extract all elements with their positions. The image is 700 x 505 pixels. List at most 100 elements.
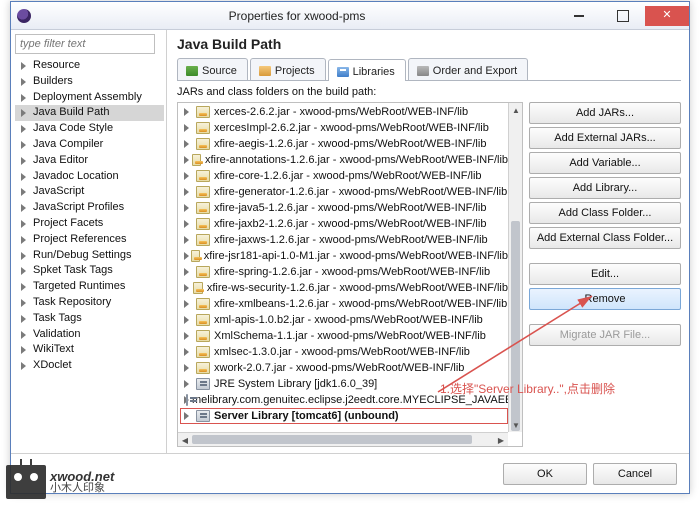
expand-icon[interactable]: [182, 251, 187, 261]
list-row-label: xfire-xmlbeans-1.2.6.jar - xwood-pms/Web…: [214, 298, 507, 310]
expand-icon[interactable]: [182, 139, 192, 149]
tab-order-and-export[interactable]: Order and Export: [408, 58, 528, 80]
list-row[interactable]: xfire-core-1.2.6.jar - xwood-pms/WebRoot…: [180, 168, 508, 184]
cancel-button[interactable]: Cancel: [593, 463, 677, 485]
tree-item[interactable]: Task Repository: [15, 295, 164, 311]
list-row[interactable]: xfire-annotations-1.2.6.jar - xwood-pms/…: [180, 152, 508, 168]
list-row[interactable]: xmlsec-1.3.0.jar - xwood-pms/WebRoot/WEB…: [180, 344, 508, 360]
list-row[interactable]: XmlSchema-1.1.jar - xwood-pms/WebRoot/WE…: [180, 328, 508, 344]
tree-item[interactable]: Run/Debug Settings: [15, 248, 164, 264]
scroll-down-icon[interactable]: ▼: [509, 418, 523, 432]
close-button[interactable]: [645, 6, 689, 26]
expand-icon[interactable]: [182, 283, 189, 293]
expand-icon[interactable]: [182, 315, 192, 325]
vertical-scrollbar[interactable]: ▲ ▼: [508, 103, 522, 432]
list-row-label: xerces-2.6.2.jar - xwood-pms/WebRoot/WEB…: [214, 106, 468, 118]
expand-icon[interactable]: [182, 107, 192, 117]
tree-item[interactable]: Java Compiler: [15, 137, 164, 153]
tree-item[interactable]: Java Code Style: [15, 121, 164, 137]
tree-item[interactable]: Java Editor: [15, 153, 164, 169]
filter-input[interactable]: [15, 34, 155, 54]
list-row[interactable]: xfire-xmlbeans-1.2.6.jar - xwood-pms/Web…: [180, 296, 508, 312]
tree-item[interactable]: Builders: [15, 74, 164, 90]
add-class-folder-button[interactable]: Add Class Folder...: [529, 202, 681, 224]
tab-libraries[interactable]: Libraries: [328, 59, 406, 81]
expand-icon[interactable]: [182, 347, 192, 357]
category-tree[interactable]: ResourceBuildersDeployment AssemblyJava …: [13, 58, 164, 374]
tree-item[interactable]: Javadoc Location: [15, 169, 164, 185]
list-row[interactable]: xercesImpl-2.6.2.jar - xwood-pms/WebRoot…: [180, 120, 508, 136]
expand-icon[interactable]: [182, 123, 192, 133]
tree-item[interactable]: Project Facets: [15, 216, 164, 232]
add-library-button[interactable]: Add Library...: [529, 177, 681, 199]
edit-button[interactable]: Edit...: [529, 263, 681, 285]
list-row[interactable]: Server Library [tomcat6] (unbound): [180, 408, 508, 424]
add-external-jars-button[interactable]: Add External JARs...: [529, 127, 681, 149]
scroll-left-icon[interactable]: ◀: [178, 433, 192, 447]
remove-button[interactable]: Remove: [529, 288, 681, 310]
expand-icon[interactable]: [182, 187, 192, 197]
list-row-label: JRE System Library [jdk1.6.0_39]: [214, 378, 377, 390]
tree-item[interactable]: WikiText: [15, 342, 164, 358]
tree-item[interactable]: Targeted Runtimes: [15, 279, 164, 295]
expand-icon[interactable]: [182, 235, 192, 245]
list-row[interactable]: xfire-ws-security-1.2.6.jar - xwood-pms/…: [180, 280, 508, 296]
expand-icon[interactable]: [182, 155, 188, 165]
expand-icon[interactable]: [182, 379, 192, 389]
tree-item[interactable]: JavaScript Profiles: [15, 200, 164, 216]
hscroll-thumb[interactable]: [192, 435, 472, 444]
ok-button[interactable]: OK: [503, 463, 587, 485]
tab-projects[interactable]: Projects: [250, 58, 326, 80]
library-icon: [196, 378, 210, 390]
add-external-class-folder-button[interactable]: Add External Class Folder...: [529, 227, 681, 249]
list-row[interactable]: xfire-generator-1.2.6.jar - xwood-pms/We…: [180, 184, 508, 200]
tree-item[interactable]: XDoclet: [15, 358, 164, 374]
jar-icon: [196, 218, 210, 230]
expand-icon[interactable]: [182, 203, 192, 213]
add-jars-button[interactable]: Add JARs...: [529, 102, 681, 124]
expand-icon[interactable]: [182, 267, 192, 277]
tree-item[interactable]: Java Build Path: [15, 105, 164, 121]
tree-item[interactable]: Deployment Assembly: [15, 90, 164, 106]
migrate-jar-file-button[interactable]: Migrate JAR File...: [529, 324, 681, 346]
expand-icon[interactable]: [182, 331, 192, 341]
lib-tab-icon: [337, 67, 349, 77]
expand-icon[interactable]: [182, 171, 192, 181]
tree-item[interactable]: Task Tags: [15, 311, 164, 327]
scroll-right-icon[interactable]: ▶: [494, 433, 508, 447]
list-row[interactable]: xwork-2.0.7.jar - xwood-pms/WebRoot/WEB-…: [180, 360, 508, 376]
tree-item[interactable]: Resource: [15, 58, 164, 74]
tree-item[interactable]: JavaScript: [15, 184, 164, 200]
jar-icon: [196, 170, 210, 182]
jar-icon: [196, 106, 210, 118]
expand-icon[interactable]: [182, 411, 192, 421]
jar-list[interactable]: xerces-2.6.2.jar - xwood-pms/WebRoot/WEB…: [178, 103, 508, 432]
tree-item[interactable]: Validation: [15, 327, 164, 343]
list-row[interactable]: xfire-jaxws-1.2.6.jar - xwood-pms/WebRoo…: [180, 232, 508, 248]
tab-source[interactable]: Source: [177, 58, 248, 80]
list-row[interactable]: melibrary.com.genuitec.eclipse.j2eedt.co…: [180, 392, 508, 408]
list-row[interactable]: xfire-jsr181-api-1.0-M1.jar - xwood-pms/…: [180, 248, 508, 264]
jar-icon: [196, 266, 210, 278]
list-row[interactable]: JRE System Library [jdk1.6.0_39]: [180, 376, 508, 392]
tree-item[interactable]: Spket Task Tags: [15, 263, 164, 279]
list-row[interactable]: xfire-java5-1.2.6.jar - xwood-pms/WebRoo…: [180, 200, 508, 216]
minimize-button[interactable]: [557, 6, 601, 26]
vscroll-thumb[interactable]: [511, 221, 520, 431]
list-row-label: xfire-aegis-1.2.6.jar - xwood-pms/WebRoo…: [214, 138, 486, 150]
horizontal-scrollbar[interactable]: ◀ ▶: [178, 432, 508, 446]
list-row[interactable]: xml-apis-1.0.b2.jar - xwood-pms/WebRoot/…: [180, 312, 508, 328]
expand-icon[interactable]: [182, 363, 192, 373]
scroll-up-icon[interactable]: ▲: [509, 103, 523, 117]
list-row[interactable]: xfire-aegis-1.2.6.jar - xwood-pms/WebRoo…: [180, 136, 508, 152]
jar-icon: [196, 122, 210, 134]
maximize-button[interactable]: [601, 6, 645, 26]
jar-icon: [196, 234, 210, 246]
expand-icon[interactable]: [182, 299, 192, 309]
expand-icon[interactable]: [182, 219, 192, 229]
add-variable-button[interactable]: Add Variable...: [529, 152, 681, 174]
list-row[interactable]: xerces-2.6.2.jar - xwood-pms/WebRoot/WEB…: [180, 104, 508, 120]
list-row[interactable]: xfire-jaxb2-1.2.6.jar - xwood-pms/WebRoo…: [180, 216, 508, 232]
list-row[interactable]: xfire-spring-1.2.6.jar - xwood-pms/WebRo…: [180, 264, 508, 280]
tree-item[interactable]: Project References: [15, 232, 164, 248]
